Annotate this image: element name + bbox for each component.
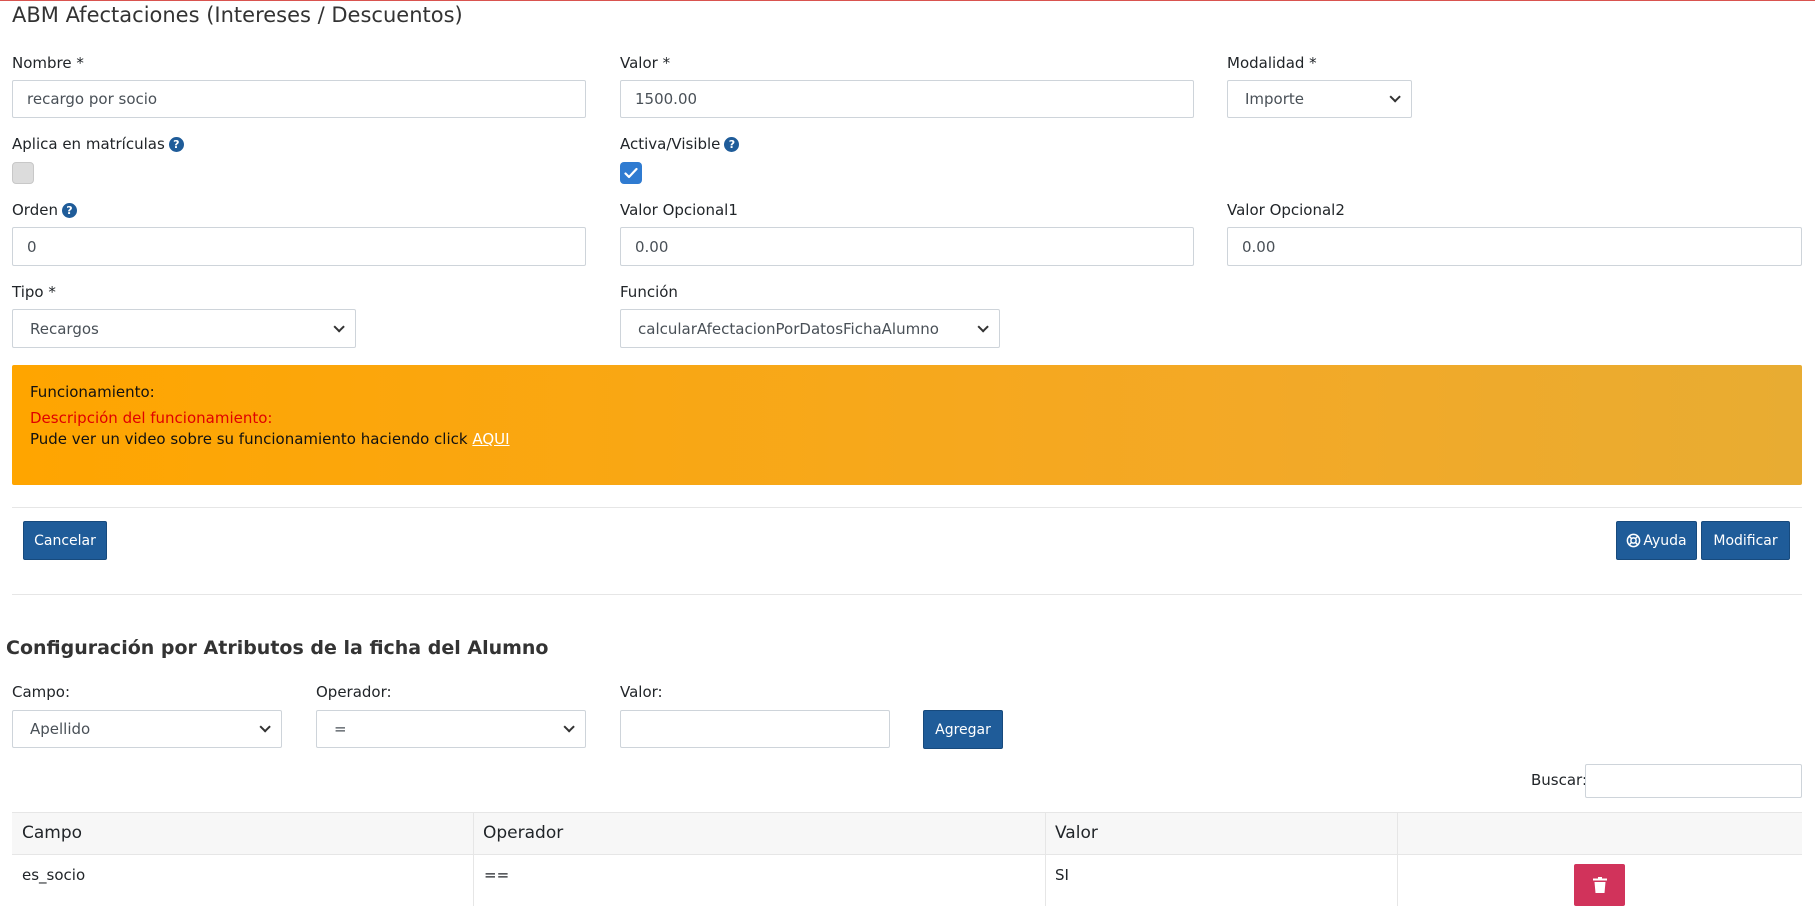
cell-operador: == [484,866,510,884]
help-button-label: Ayuda [1643,532,1687,549]
column-header-valor[interactable]: Valor [1055,823,1098,843]
config-valor-label: Valor: [620,683,663,701]
campo-select[interactable]: Apellido [12,710,282,748]
valor-opcional1-input[interactable]: 0.00 [620,227,1194,266]
activa-visible-label-group: Activa/Visible ? [620,135,740,153]
chevron-down-icon [563,721,575,733]
modalidad-select[interactable]: Importe [1227,80,1412,118]
valor-opcional2-input[interactable]: 0.00 [1227,227,1802,266]
activa-visible-label: Activa/Visible [620,135,721,153]
valor-opcional1-label: Valor Opcional1 [620,201,738,219]
orden-input[interactable]: 0 [12,227,586,266]
funcionamiento-alert: Funcionamiento: Descripción del funciona… [12,365,1802,485]
divider [12,507,1802,508]
orden-value: 0 [27,237,37,256]
search-input[interactable] [1585,764,1802,798]
aplica-matriculas-label-group: Aplica en matrículas ? [12,135,184,153]
funcion-label: Función [620,283,678,301]
modify-button[interactable]: Modificar [1701,521,1790,560]
table-row: es_socio == SI [12,855,1802,906]
cancel-button[interactable]: Cancelar [23,521,107,560]
cell-valor: SI [1055,866,1069,884]
cell-campo: es_socio [22,866,86,884]
alert-text: Pude ver un video sobre su funcionamient… [30,430,473,448]
aplica-matriculas-checkbox[interactable] [12,162,34,184]
alert-text-line: Pude ver un video sobre su funcionamient… [30,430,510,448]
valor-opcional1-value: 0.00 [635,237,669,256]
chevron-down-icon [333,320,345,333]
video-link[interactable]: AQUI [472,430,509,448]
top-border [0,0,1815,1]
table-header: Campo Operador Valor [12,812,1802,855]
activa-visible-checkbox[interactable] [620,162,642,184]
operador-select[interactable]: = [316,710,586,748]
nombre-label: Nombre * [12,54,84,72]
chevron-down-icon [977,320,989,333]
tipo-select[interactable]: Recargos [12,309,356,348]
campo-value: Apellido [30,720,91,738]
alert-heading: Funcionamiento: [30,383,155,401]
column-header-operador[interactable]: Operador [483,823,563,843]
aplica-matriculas-label: Aplica en matrículas [12,135,165,153]
config-title: Configuración por Atributos de la ficha … [6,637,549,659]
config-valor-input[interactable] [620,710,890,748]
help-circle-icon[interactable]: ? [61,202,77,218]
operador-value: = [334,720,347,738]
help-button[interactable]: Ayuda [1616,521,1697,560]
operador-label: Operador: [316,683,392,701]
add-button[interactable]: Agregar [923,710,1003,749]
valor-input[interactable]: 1500.00 [620,80,1194,118]
orden-label: Orden [12,201,58,219]
funcion-value: calcularAfectacionPorDatosFichaAlumno [638,319,939,338]
nombre-value: recargo por socio [27,90,158,108]
alert-description: Descripción del funcionamiento: [30,409,273,427]
tipo-value: Recargos [30,319,99,338]
tipo-label: Tipo * [12,283,56,301]
nombre-input[interactable]: recargo por socio [12,80,586,118]
orden-label-group: Orden ? [12,201,77,219]
campo-label: Campo: [12,683,71,701]
check-icon [624,167,638,179]
valor-opcional2-value: 0.00 [1242,237,1276,256]
valor-value: 1500.00 [635,90,698,108]
divider [12,594,1802,595]
delete-button[interactable] [1574,864,1625,906]
valor-label: Valor * [620,54,671,72]
chevron-down-icon [259,721,271,733]
trash-icon [1592,877,1607,893]
funcion-select[interactable]: calcularAfectacionPorDatosFichaAlumno [620,309,1000,348]
help-circle-icon[interactable]: ? [724,136,740,152]
lifebuoy-icon [1627,533,1641,548]
chevron-down-icon [1389,91,1401,103]
valor-opcional2-label: Valor Opcional2 [1227,201,1345,219]
modalidad-label: Modalidad * [1227,54,1317,72]
page-title: ABM Afectaciones (Intereses / Descuentos… [12,3,463,27]
column-header-campo[interactable]: Campo [22,823,82,843]
help-circle-icon[interactable]: ? [168,136,184,152]
modalidad-value: Importe [1245,90,1305,108]
search-label: Buscar: [1531,771,1588,789]
